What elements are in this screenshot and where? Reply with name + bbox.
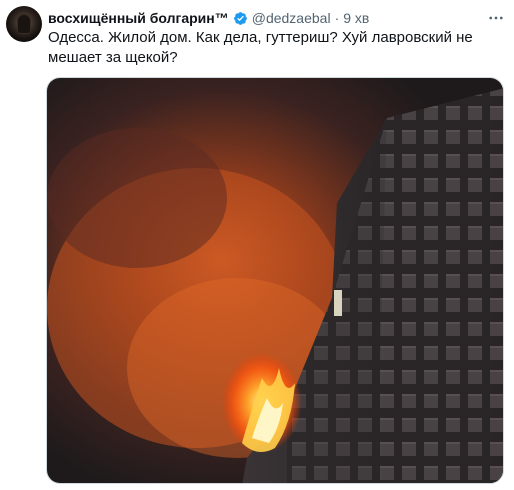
tweet-text: Одесса. Жилой дом. Как дела, гуттериш? Х… [48,29,473,66]
tweet-photo[interactable] [46,77,504,484]
separator: · [334,10,340,26]
tweet-header: восхищённый болгарин™ @dedzaebal · 9 хв [48,8,369,28]
tweet: восхищённый болгарин™ @dedzaebal · 9 хв … [0,0,514,490]
avatar[interactable] [6,6,42,42]
more-options-icon[interactable] [486,8,506,28]
author-name[interactable]: восхищённый болгарин™ [48,10,229,26]
timestamp[interactable]: 9 хв [343,10,369,26]
author-handle[interactable]: @dedzaebal [252,10,331,26]
fire-building-photo [47,78,503,483]
verified-badge-icon [233,11,247,25]
